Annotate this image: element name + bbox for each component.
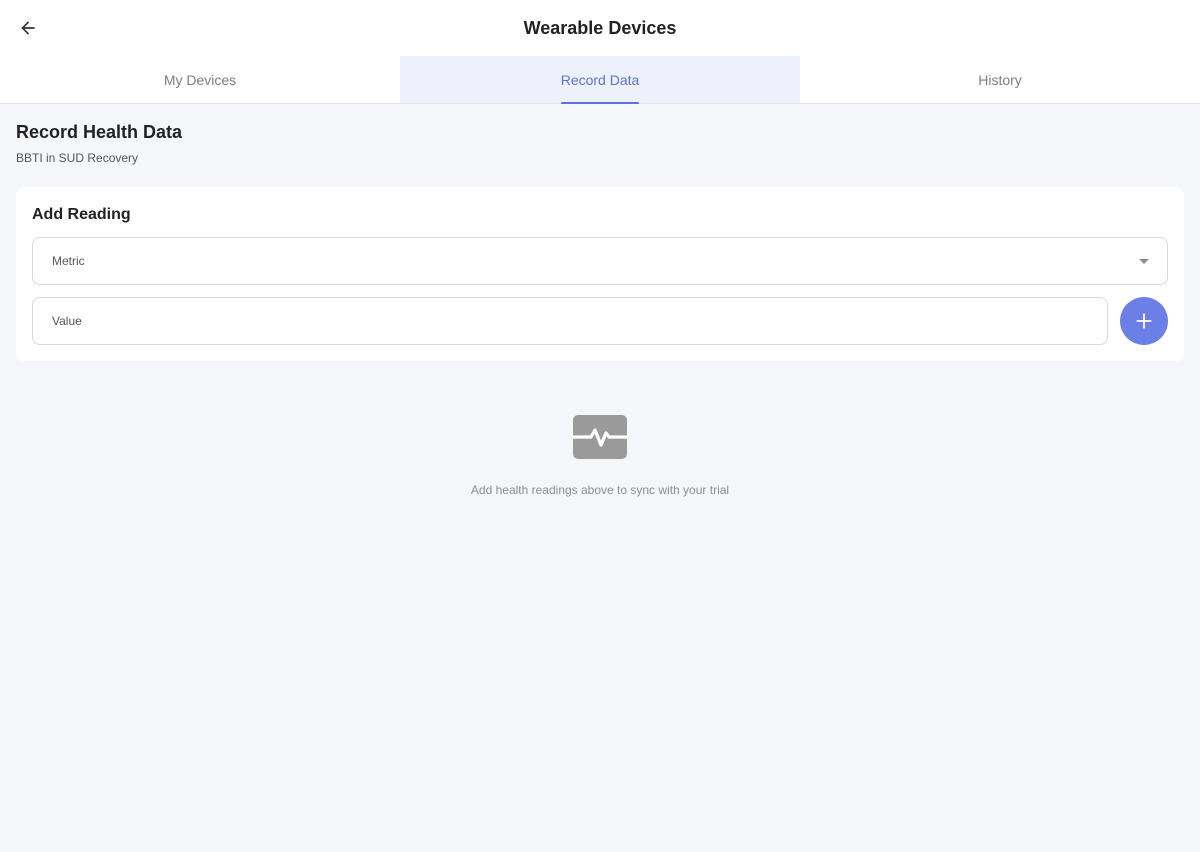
tab-label: My Devices	[163, 71, 237, 88]
metric-select[interactable]: Metric	[32, 237, 1168, 285]
section-title: Record Health Data	[16, 122, 183, 142]
add-reading-card: Add Reading Metric	[16, 187, 1184, 361]
monitor-heart-icon	[572, 415, 628, 459]
tab-label: History	[978, 71, 1022, 88]
back-button[interactable]	[12, 12, 44, 44]
metric-select-label: Metric	[52, 254, 85, 268]
tab-bar: My Devices Record Data History	[0, 56, 1200, 104]
app-bar: Wearable Devices	[0, 0, 1200, 56]
page-title: Wearable Devices	[523, 18, 677, 38]
tab-record-data[interactable]: Record Data	[400, 56, 800, 104]
empty-state-message: Add health readings above to sync with y…	[470, 483, 730, 497]
active-tab-indicator	[561, 102, 639, 104]
dropdown-caret-icon	[1139, 259, 1149, 264]
tab-history[interactable]: History	[800, 56, 1200, 103]
card-title: Add Reading	[32, 206, 131, 223]
tab-label: Record Data	[560, 71, 640, 88]
value-input[interactable]	[32, 297, 1108, 345]
section-subtitle: BBTI in SUD Recovery	[16, 151, 139, 165]
tab-my-devices[interactable]: My Devices	[0, 56, 400, 103]
arrow-left-icon	[21, 21, 35, 35]
plus-icon	[1136, 313, 1152, 329]
add-reading-button[interactable]	[1120, 297, 1168, 345]
